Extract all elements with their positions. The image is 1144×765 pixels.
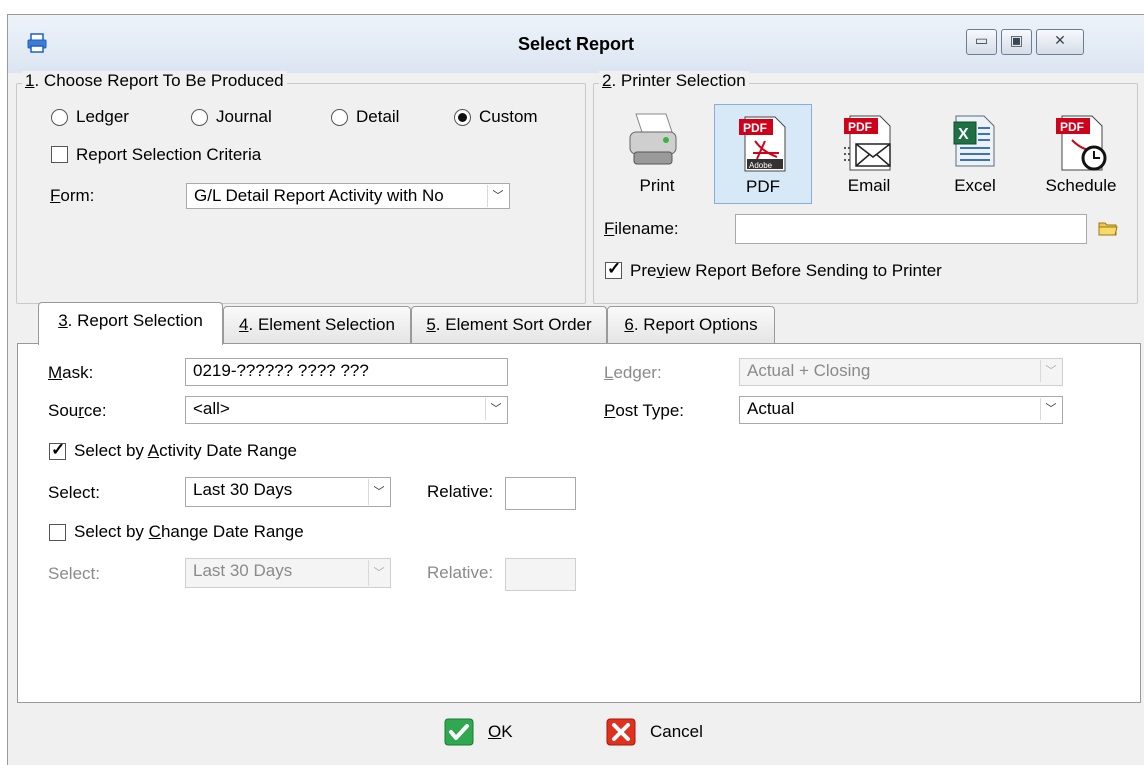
ledger-radio-label[interactable]: Ledger: [76, 107, 129, 127]
pdf-button-label: PDF: [746, 177, 780, 196]
select-report-window: Select Report ▭ ▣ ✕ 1. Choose Report To …: [7, 14, 1144, 765]
email-button-label: Email: [847, 176, 891, 195]
preview-report-label[interactable]: Preview Report Before Sending to Printer: [630, 261, 942, 281]
tab-element-sort-order[interactable]: 5. Element Sort Order: [411, 306, 607, 344]
cancel-button[interactable]: Cancel: [606, 714, 736, 750]
title-bar: Select Report ▭ ▣ ✕: [8, 15, 1144, 73]
ledger-label: Ledger:: [604, 363, 662, 382]
detail-radio[interactable]: [331, 109, 348, 126]
activity-relative-label: Relative:: [427, 482, 494, 501]
activity-date-range-label[interactable]: Select by Activity Date Range: [74, 441, 297, 461]
change-date-range-checkbox[interactable]: [49, 524, 66, 541]
form-label: Form:: [50, 186, 95, 205]
post-type-select[interactable]: Actual ﹀: [739, 396, 1063, 424]
report-selection-criteria-checkbox[interactable]: [51, 146, 68, 163]
chevron-down-icon[interactable]: ﹀: [485, 398, 506, 420]
report-selection-criteria-label[interactable]: Report Selection Criteria: [76, 145, 261, 165]
chevron-down-icon[interactable]: ﹀: [487, 185, 508, 207]
form-select[interactable]: G/L Detail Report Activity with No ﹀: [186, 183, 510, 209]
cancel-button-label: Cancel: [650, 722, 703, 741]
minimize-button[interactable]: ▭: [966, 29, 997, 55]
svg-text:PDF: PDF: [743, 121, 767, 135]
post-type-select-value: Actual: [747, 399, 795, 418]
printer-icon: [629, 113, 677, 165]
tab-element-selection[interactable]: 4. Element Selection: [223, 306, 411, 344]
filename-input[interactable]: [735, 214, 1087, 244]
close-icon: ✕: [1054, 32, 1066, 48]
svg-text:X: X: [958, 126, 969, 143]
schedule-pdf-icon: PDF: [1056, 115, 1107, 171]
ledger-radio[interactable]: [51, 109, 68, 126]
activity-period-select[interactable]: Last 30 Days ﹀: [185, 477, 391, 507]
pdf-icon: PDF Adobe: [739, 116, 786, 172]
excel-button-label: Excel: [954, 176, 996, 195]
choose-report-legend: 1. Choose Report To Be Produced: [22, 71, 287, 91]
schedule-button-label: Schedule: [1045, 176, 1117, 195]
chevron-down-icon: ﹀: [1040, 360, 1061, 382]
svg-text:PDF: PDF: [848, 120, 872, 134]
mask-label: Mask:: [48, 363, 94, 382]
minimize-icon: ▭: [974, 32, 989, 48]
checkmark-icon: ✓: [607, 259, 622, 278]
journal-radio-label[interactable]: Journal: [216, 107, 272, 127]
change-select-label: Select:: [48, 564, 100, 583]
email-button[interactable]: PDF Email: [820, 104, 918, 204]
folder-icon[interactable]: [1098, 220, 1118, 236]
custom-radio[interactable]: [454, 109, 471, 126]
tab-report-options[interactable]: 6. Report Options: [607, 306, 775, 344]
print-button[interactable]: Print: [608, 104, 706, 204]
journal-radio[interactable]: [191, 109, 208, 126]
preview-report-checkbox[interactable]: ✓: [605, 259, 622, 279]
ok-button-label: OK: [488, 722, 513, 741]
ledger-select-value: Actual + Closing: [747, 361, 871, 380]
change-relative-label: Relative:: [427, 563, 494, 582]
printer-selection-legend: 2. Printer Selection: [599, 71, 749, 91]
source-label: Source:: [48, 401, 107, 420]
activity-relative-input[interactable]: [505, 477, 576, 510]
change-period-select: Last 30 Days ﹀: [185, 558, 391, 588]
filename-label: Filename:: [604, 219, 679, 238]
activity-date-range-checkbox[interactable]: ✓: [49, 440, 66, 460]
source-select[interactable]: <all> ﹀: [185, 396, 508, 424]
pdf-button[interactable]: PDF Adobe PDF: [714, 104, 812, 204]
cancel-x-icon: [606, 718, 636, 746]
close-button[interactable]: ✕: [1036, 29, 1084, 55]
svg-text:Adobe: Adobe: [749, 161, 773, 170]
ledger-select: Actual + Closing ﹀: [739, 358, 1063, 386]
email-pdf-icon: PDF: [844, 115, 891, 171]
maximize-icon: ▣: [1009, 32, 1024, 48]
maximize-button[interactable]: ▣: [1001, 29, 1032, 55]
chevron-down-icon[interactable]: ﹀: [368, 479, 389, 505]
post-type-label: Post Type:: [604, 401, 685, 420]
change-date-range-label[interactable]: Select by Change Date Range: [74, 522, 304, 542]
detail-radio-label[interactable]: Detail: [356, 107, 399, 127]
print-button-label: Print: [639, 176, 675, 195]
mask-input[interactable]: 0219-?????? ???? ???: [185, 358, 508, 386]
check-icon: [444, 718, 474, 746]
activity-select-label: Select:: [48, 483, 100, 502]
excel-icon: X: [953, 115, 995, 167]
change-relative-input: [505, 558, 576, 591]
chevron-down-icon: ﹀: [368, 560, 389, 586]
custom-radio-label[interactable]: Custom: [479, 107, 538, 127]
change-period-value: Last 30 Days: [193, 561, 293, 580]
svg-text:PDF: PDF: [1060, 120, 1084, 134]
ok-button[interactable]: OK: [444, 714, 534, 750]
checkmark-icon: ✓: [51, 440, 66, 459]
activity-period-value: Last 30 Days: [193, 480, 293, 499]
chevron-down-icon[interactable]: ﹀: [1040, 398, 1061, 420]
excel-button[interactable]: X Excel: [926, 104, 1024, 204]
source-select-value: <all>: [193, 399, 230, 418]
tab-report-selection[interactable]: 3. Report Selection: [38, 302, 223, 345]
form-select-value: G/L Detail Report Activity with No: [194, 186, 444, 205]
schedule-button[interactable]: PDF Schedule: [1032, 104, 1130, 204]
